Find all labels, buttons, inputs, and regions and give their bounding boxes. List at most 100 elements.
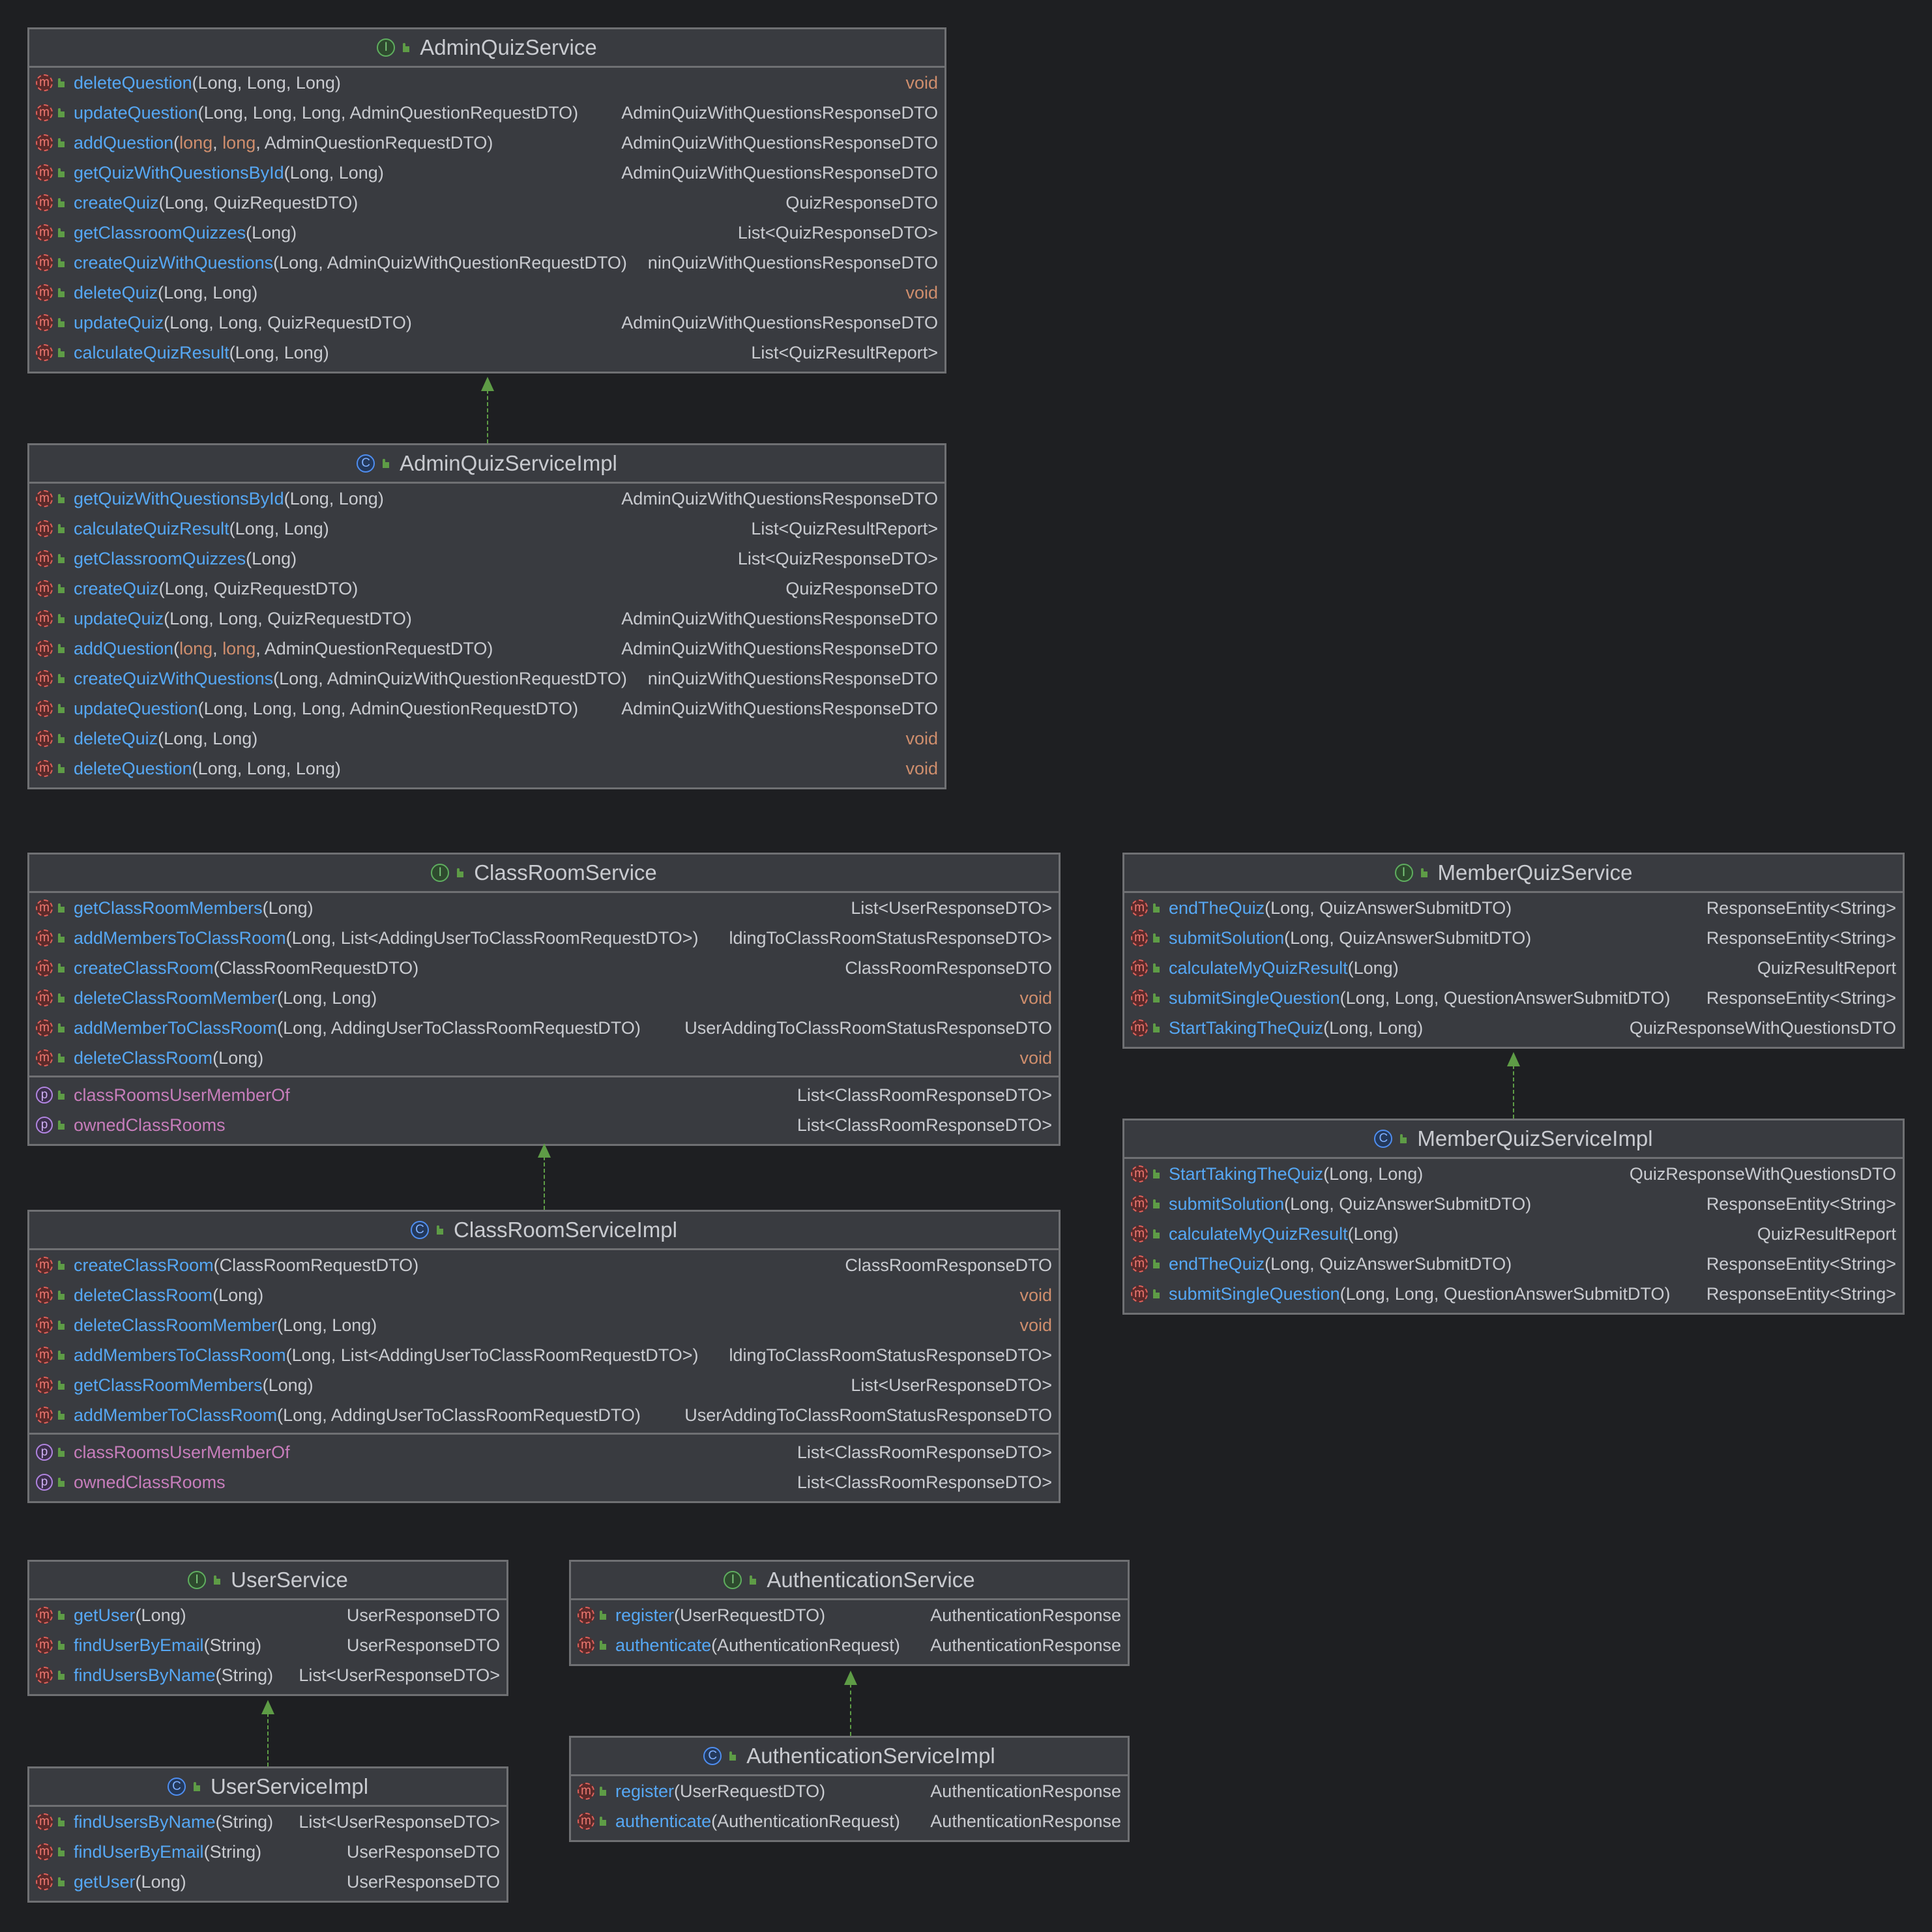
method-icon: m <box>1131 1165 1148 1182</box>
interface-node-user-service[interactable]: I UserService m getUser (Long) UserResponseDT… <box>27 1560 508 1696</box>
method-icon: m <box>578 1783 594 1800</box>
method-name: getQuizWithQuestionsById <box>74 162 284 183</box>
method-row[interactable]: m getClassRoomMembers (Long) List<UserRespo… <box>29 1370 1059 1400</box>
method-row[interactable]: m deleteClassRoom (Long) void <box>29 1043 1059 1073</box>
node-header[interactable]: C AdminQuizServiceImpl <box>29 445 944 484</box>
class-node-member-quiz-service-impl[interactable]: C MemberQuizServiceImpl m StartTakingTheQui… <box>1122 1119 1905 1315</box>
method-name: getQuizWithQuestionsById <box>74 488 284 508</box>
method-row[interactable]: m updateQuestion (Long, Long, Long, AdminQ… <box>29 98 944 128</box>
method-row[interactable]: m calculateQuizResult (Long, Long) List<Qui… <box>29 514 944 544</box>
method-row[interactable]: m addQuestion (long, long, AdminQuestionRe… <box>29 128 944 158</box>
method-row[interactable]: m createQuizWithQuestions (Long, AdminQuiz… <box>29 248 944 278</box>
method-row[interactable]: m getQuizWithQuestionsById (Long, Long) Adm… <box>29 484 944 514</box>
method-icon: m <box>36 344 53 361</box>
implements-arrow <box>538 1143 551 1210</box>
method-row[interactable]: m addQuestion (long, long, AdminQuestionRe… <box>29 634 944 664</box>
interface-node-class-room-service[interactable]: I ClassRoomService m getClassRoomMembers (Lo… <box>27 853 1061 1146</box>
method-name: findUserByEmail <box>74 1635 204 1655</box>
method-row[interactable]: m findUserByEmail (String) UserResponseDTO <box>29 1837 506 1867</box>
method-row[interactable]: m authenticate (AuthenticationRequest) Auth… <box>571 1630 1128 1660</box>
property-row[interactable]: p classRoomsUserMemberOf List<ClassRoomRes… <box>29 1433 1059 1467</box>
node-header[interactable]: I ClassRoomService <box>29 855 1059 893</box>
method-row[interactable]: m createClassRoom (ClassRoomRequestDTO) Cla… <box>29 1250 1059 1280</box>
method-row[interactable]: m calculateMyQuizResult (Long) QuizResultRe… <box>1124 953 1903 983</box>
node-title: MemberQuizService <box>1437 860 1633 885</box>
method-row[interactable]: m findUsersByName (String) List<UserRespons… <box>29 1660 506 1690</box>
method-row[interactable]: m submitSingleQuestion (Long, Long, Questi… <box>1124 983 1903 1013</box>
method-row[interactable]: m getClassRoomMembers (Long) List<UserRespo… <box>29 893 1059 923</box>
method-row[interactable]: m endTheQuiz (Long, QuizAnswerSubmitDTO) Re… <box>1124 1249 1903 1279</box>
method-params: (Long, Long, Long) <box>192 72 341 93</box>
method-row[interactable]: m getQuizWithQuestionsById (Long, Long) Adm… <box>29 158 944 188</box>
method-row[interactable]: m addMembersToClassRoom (Long, List<Adding… <box>29 923 1059 953</box>
class-node-authentication-service-impl[interactable]: C AuthenticationServiceImpl m register (User… <box>569 1736 1130 1842</box>
class-node-class-room-service-impl[interactable]: C ClassRoomServiceImpl m createClassRoom (Cl… <box>27 1210 1061 1503</box>
property-row[interactable]: p ownedClassRooms List<ClassRoomResponseDT… <box>29 1110 1059 1140</box>
interface-node-authentication-service[interactable]: I AuthenticationService m register (UserRequ… <box>569 1560 1130 1666</box>
node-header[interactable]: C ClassRoomServiceImpl <box>29 1212 1059 1250</box>
method-row[interactable]: m getClassroomQuizzes (Long) List<QuizRespo… <box>29 218 944 248</box>
method-row[interactable]: m register (UserRequestDTO) AuthenticationR… <box>571 1600 1128 1630</box>
method-row[interactable]: m createQuizWithQuestions (Long, AdminQuiz… <box>29 664 944 694</box>
method-name: submitSingleQuestion <box>1169 988 1340 1008</box>
return-type: ClassRoomResponseDTO <box>845 1255 1052 1275</box>
public-visibility-icon <box>58 1411 65 1420</box>
method-row[interactable]: m deleteQuestion (Long, Long, Long) void <box>29 68 944 98</box>
method-row[interactable]: m findUsersByName (String) List<UserRespons… <box>29 1807 506 1837</box>
node-header[interactable]: I UserService <box>29 1562 506 1600</box>
method-row[interactable]: m createQuiz (Long, QuizRequestDTO) QuizRes… <box>29 188 944 218</box>
property-name: classRoomsUserMemberOf <box>74 1085 290 1105</box>
method-row[interactable]: m StartTakingTheQuiz (Long, Long) QuizRespo… <box>1124 1159 1903 1189</box>
method-row[interactable]: m findUserByEmail (String) UserResponseDTO <box>29 1630 506 1660</box>
class-node-admin-quiz-service-impl[interactable]: C AdminQuizServiceImpl m getQuizWithQuestio… <box>27 443 946 789</box>
public-visibility-icon <box>58 1381 65 1390</box>
method-row[interactable]: m createQuiz (Long, QuizRequestDTO) QuizRes… <box>29 574 944 604</box>
method-row[interactable]: m authenticate (AuthenticationRequest) Auth… <box>571 1806 1128 1836</box>
method-row[interactable]: m updateQuestion (Long, Long, Long, AdminQ… <box>29 694 944 724</box>
method-row[interactable]: m addMembersToClassRoom (Long, List<Adding… <box>29 1340 1059 1370</box>
method-row[interactable]: m submitSolution (Long, QuizAnswerSubmitDT… <box>1124 1189 1903 1219</box>
method-row[interactable]: m deleteQuiz (Long, Long) void <box>29 724 944 754</box>
method-row[interactable]: m getUser (Long) UserResponseDTO <box>29 1600 506 1630</box>
method-row[interactable]: m deleteClassRoomMember (Long, Long) void <box>29 1310 1059 1340</box>
return-type: ninQuizWithQuestionsResponseDTO <box>647 668 938 688</box>
class-node-user-service-impl[interactable]: C UserServiceImpl m findUsersByName (String)… <box>27 1766 508 1903</box>
method-row[interactable]: m getClassroomQuizzes (Long) List<QuizRespo… <box>29 544 944 574</box>
method-row[interactable]: m StartTakingTheQuiz (Long, Long) QuizRespo… <box>1124 1013 1903 1043</box>
node-header[interactable]: C UserServiceImpl <box>29 1768 506 1807</box>
method-row[interactable]: m updateQuiz (Long, Long, QuizRequestDTO) A… <box>29 308 944 338</box>
method-name: deleteClassRoomMember <box>74 1315 278 1335</box>
method-row[interactable]: m submitSolution (Long, QuizAnswerSubmitDT… <box>1124 923 1903 953</box>
method-name: getClassroomQuizzes <box>74 548 246 568</box>
node-header[interactable]: C MemberQuizServiceImpl <box>1124 1120 1903 1159</box>
public-visibility-icon <box>1153 903 1160 913</box>
public-visibility-icon <box>58 614 65 623</box>
interface-node-member-quiz-service[interactable]: I MemberQuizService m endTheQuiz (Long, Quiz… <box>1122 853 1905 1049</box>
method-row[interactable]: m calculateMyQuizResult (Long) QuizResultRe… <box>1124 1219 1903 1249</box>
method-row[interactable]: m addMemberToClassRoom (Long, AddingUserTo… <box>29 1013 1059 1043</box>
method-row[interactable]: m register (UserRequestDTO) AuthenticationR… <box>571 1776 1128 1806</box>
method-row[interactable]: m updateQuiz (Long, Long, QuizRequestDTO) A… <box>29 604 944 634</box>
method-row[interactable]: m submitSingleQuestion (Long, Long, Questi… <box>1124 1279 1903 1309</box>
interface-node-admin-quiz-service[interactable]: I AdminQuizService m deleteQuestion (Long, L… <box>27 27 946 373</box>
method-params: (long, long, AdminQuestionRequestDTO) <box>173 638 493 658</box>
return-type: UserResponseDTO <box>346 1841 500 1862</box>
node-header[interactable]: I MemberQuizService <box>1124 855 1903 893</box>
method-row[interactable]: m getUser (Long) UserResponseDTO <box>29 1867 506 1897</box>
property-row[interactable]: p ownedClassRooms List<ClassRoomResponseDT… <box>29 1467 1059 1497</box>
method-row[interactable]: m endTheQuiz (Long, QuizAnswerSubmitDTO) Re… <box>1124 893 1903 923</box>
node-header[interactable]: C AuthenticationServiceImpl <box>571 1738 1128 1776</box>
method-icon: m <box>1131 1285 1148 1302</box>
public-visibility-icon <box>58 993 65 1003</box>
method-row[interactable]: m deleteQuiz (Long, Long) void <box>29 278 944 308</box>
node-header[interactable]: I AdminQuizService <box>29 29 944 68</box>
method-row[interactable]: m createClassRoom (ClassRoomRequestDTO) Cla… <box>29 953 1059 983</box>
public-visibility-icon <box>457 868 464 877</box>
method-row[interactable]: m addMemberToClassRoom (Long, AddingUserTo… <box>29 1400 1059 1430</box>
property-row[interactable]: p classRoomsUserMemberOf List<ClassRoomRes… <box>29 1076 1059 1110</box>
method-row[interactable]: m deleteClassRoom (Long) void <box>29 1280 1059 1310</box>
node-header[interactable]: I AuthenticationService <box>571 1562 1128 1600</box>
method-row[interactable]: m deleteClassRoomMember (Long, Long) void <box>29 983 1059 1013</box>
method-row[interactable]: m calculateQuizResult (Long, Long) List<Qui… <box>29 338 944 368</box>
method-row[interactable]: m deleteQuestion (Long, Long, Long) void <box>29 754 944 783</box>
